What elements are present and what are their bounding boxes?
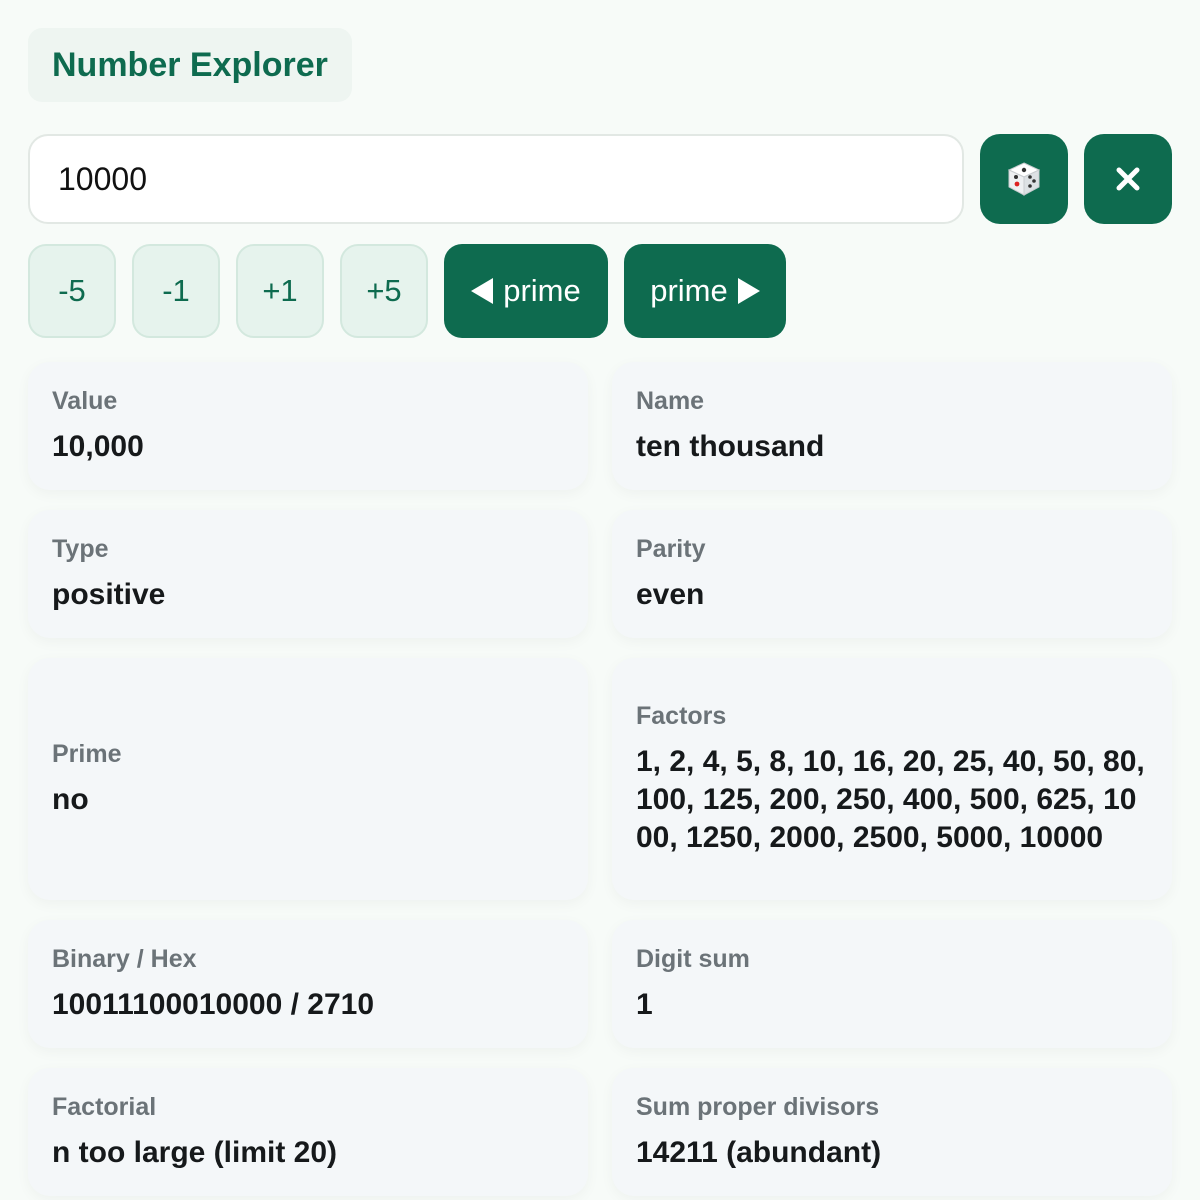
- card-value: n too large (limit 20): [52, 1135, 338, 1169]
- factorial-card: Factorial n too large (limit 20): [28, 1068, 588, 1196]
- dice-icon: [1005, 160, 1043, 198]
- card-value: ten thousand: [636, 429, 825, 463]
- card-value: 10011100010000 / 2710: [52, 987, 375, 1021]
- triangle-right-icon: [737, 278, 760, 304]
- triangle-left-icon: [471, 278, 494, 304]
- plus-1-button[interactable]: +1: [236, 244, 324, 338]
- next-prime-button[interactable]: prime: [624, 244, 786, 338]
- card-label: Prime: [52, 739, 122, 768]
- card-value: 1, 2, 4, 5, 8, 10, 16, 20, 25, 40, 50, 8…: [636, 744, 1145, 854]
- card-label: Name: [636, 386, 705, 415]
- input-row: [28, 134, 1172, 224]
- clear-button[interactable]: [1084, 134, 1172, 224]
- card-value: even: [636, 577, 705, 611]
- number-explorer-app: Number Explorer 10000 -5 -1 +1 +5 prime …: [0, 0, 1200, 1200]
- random-button[interactable]: [980, 134, 1068, 224]
- card-label: Factorial: [52, 1092, 157, 1121]
- card-label: Binary / Hex: [52, 944, 197, 973]
- previous-prime-button[interactable]: prime: [444, 244, 608, 338]
- minus-5-button[interactable]: -5: [28, 244, 116, 338]
- next-prime-label: prime: [650, 273, 728, 308]
- previous-prime-label: prime: [503, 273, 581, 308]
- parity-card: Parity even: [612, 510, 1172, 638]
- binary-hex-card: Binary / Hex 10011100010000 / 2710: [28, 920, 588, 1048]
- app-title: Number Explorer: [28, 28, 352, 102]
- minus-1-button[interactable]: -1: [132, 244, 220, 338]
- card-label: Value: [52, 386, 118, 415]
- card-value: 14211 (abundant): [636, 1135, 882, 1169]
- sum-proper-divisors-card: Sum proper divisors 14211 (abundant): [612, 1068, 1172, 1196]
- digit-sum-card: Digit sum 1: [612, 920, 1172, 1048]
- card-value: 10,000: [52, 429, 144, 463]
- close-icon: [1115, 166, 1141, 192]
- card-label: Sum proper divisors: [636, 1092, 880, 1121]
- card-label: Digit sum: [636, 944, 750, 973]
- step-controls: -5 -1 +1 +5 prime prime: [28, 244, 1172, 338]
- card-label: Parity: [636, 534, 706, 563]
- value-card: Value 10,000: [28, 362, 588, 490]
- plus-5-button[interactable]: +5: [340, 244, 428, 338]
- card-value: positive: [52, 577, 166, 611]
- number-input[interactable]: [28, 134, 964, 224]
- info-grid: Value 10,000 Name ten thousand Type posi…: [28, 362, 1172, 1196]
- card-value: 1: [636, 987, 653, 1021]
- card-label: Factors: [636, 701, 727, 730]
- card-label: Type: [52, 534, 109, 563]
- name-card: Name ten thousand: [612, 362, 1172, 490]
- factors-card: Factors 1, 2, 4, 5, 8, 10, 16, 20, 25, 4…: [612, 658, 1172, 900]
- prime-card: Prime no: [28, 658, 588, 900]
- card-value: no: [52, 782, 89, 816]
- type-card: Type positive: [28, 510, 588, 638]
